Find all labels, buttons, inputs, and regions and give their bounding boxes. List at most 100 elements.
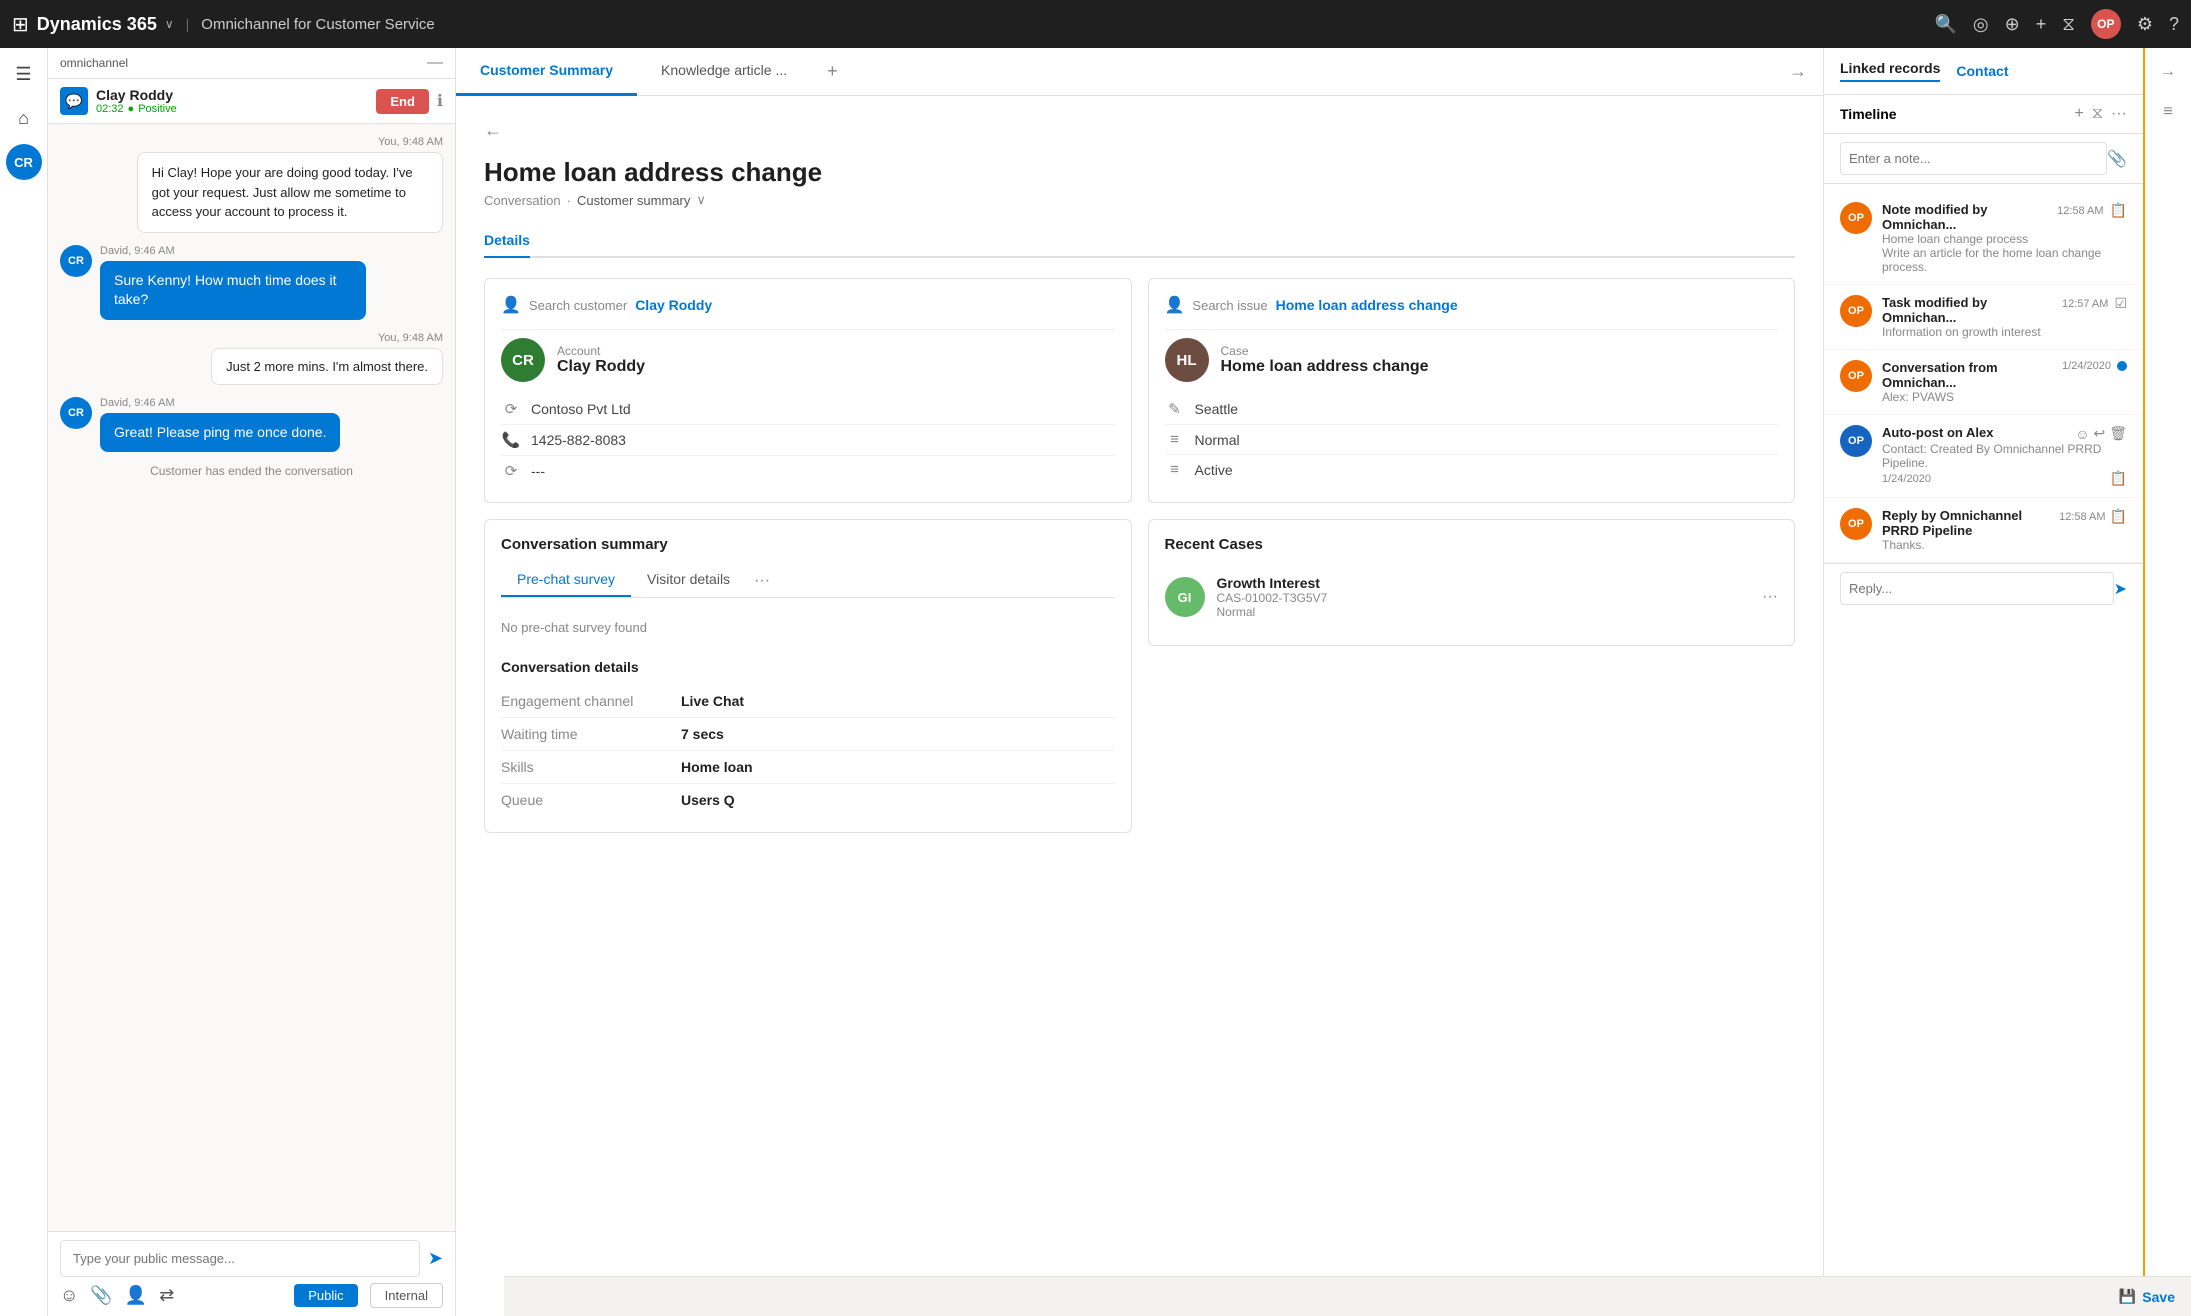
tl-time-2: 12:57 AM (2062, 298, 2108, 310)
linked-records-tab[interactable]: Linked records (1840, 60, 1940, 82)
end-button[interactable]: End (376, 89, 429, 114)
tab-prechat[interactable]: Pre-chat survey (501, 565, 631, 597)
session-badge[interactable]: CR (6, 144, 42, 180)
transfer-icon[interactable]: ⇄ (159, 1285, 174, 1306)
timeline-list: OP Note modified by Omnichan... 12:58 AM… (1824, 184, 2143, 1316)
info-icon[interactable]: ℹ (437, 91, 443, 111)
tab-add-button[interactable]: + (811, 61, 854, 82)
case-card: 👤 Search issue Home loan address change … (1148, 278, 1796, 503)
customer-name: Clay Roddy (557, 358, 645, 376)
msg-label-4: David, 9:46 AM (100, 397, 340, 409)
waiting-label: Waiting time (501, 726, 681, 742)
tab-knowledge-article[interactable]: Knowledge article ... (637, 48, 811, 96)
timeline-item-4: OP Auto-post on Alex ☺ ↩ 🗑 Contact: Crea… (1824, 415, 2143, 498)
tab-visitor[interactable]: Visitor details (631, 565, 746, 597)
tl-icon-5: 📋 (2110, 508, 2127, 525)
search-case-value[interactable]: Home loan address change (1276, 297, 1458, 313)
tl-content-2: Task modified by Omnichan... 12:57 AM ☑ … (1882, 295, 2127, 339)
conversation-summary-card: Conversation summary Pre-chat survey Vis… (484, 519, 1132, 833)
frp-expand-icon[interactable]: → (2152, 56, 2184, 88)
app-chevron[interactable]: ∨ (165, 17, 174, 31)
user-avatar[interactable]: OP (2091, 9, 2121, 39)
tl-subtitle-1: Home loan change process (1882, 232, 2127, 246)
attach-icon[interactable]: 📎 (90, 1285, 112, 1306)
back-button[interactable]: ← (484, 120, 1795, 141)
far-right-panel: → ≡ (2143, 48, 2191, 1316)
message-other-4: CR David, 9:46 AM Great! Please ping me … (60, 397, 340, 453)
recent-cases-section: Recent Cases GI Growth Interest CAS-0100… (1148, 519, 1796, 849)
conv-details-title: Conversation details (501, 659, 1115, 675)
tl-subtitle-4: Contact: Created By Omnichannel PRRD Pip… (1882, 442, 2127, 470)
priority-field: ≡ Normal (1165, 425, 1779, 455)
filter-icon[interactable]: ⧖ (2062, 14, 2075, 35)
profile-icon[interactable]: 👤 (125, 1285, 147, 1306)
timeline-filter-icon[interactable]: ⧖ (2092, 105, 2103, 123)
tl-time-3: 1/24/2020 (2062, 360, 2111, 372)
minimize-button[interactable]: — (427, 54, 443, 72)
customer-person-row: CR Account Clay Roddy (501, 338, 1115, 382)
tl-emoji-icon[interactable]: ☺ (2075, 426, 2089, 442)
conv-detail-queue: Queue Users Q (501, 784, 1115, 816)
msg-bubble-2: Sure Kenny! How much time does it take? (100, 261, 366, 320)
sidebar-menu-icon[interactable]: ☰ (6, 56, 42, 92)
emoji-icon[interactable]: ☺ (60, 1285, 78, 1306)
timeline-more-icon[interactable]: ··· (2111, 105, 2127, 123)
tl-time-1: 12:58 AM (2057, 205, 2103, 217)
skills-value: Home loan (681, 759, 753, 775)
summary-tab-more[interactable]: ··· (746, 572, 778, 590)
breadcrumb-1: Conversation (484, 193, 561, 208)
customer-search-row: 👤 Search customer Clay Roddy (501, 295, 1115, 315)
msg-bubble-1: Hi Clay! Hope your are doing good today.… (137, 152, 443, 233)
chat-header: omnichannel — (48, 48, 455, 79)
left-sidebar: ☰ ⌂ CR (0, 48, 48, 1316)
public-button[interactable]: Public (294, 1284, 357, 1307)
case-item-more[interactable]: ··· (1762, 588, 1778, 606)
apps-grid-icon[interactable]: ⊞ (12, 12, 29, 37)
internal-button[interactable]: Internal (370, 1283, 443, 1308)
no-survey-text: No pre-chat survey found (501, 612, 1115, 651)
recent-cases-title: Recent Cases (1165, 536, 1779, 553)
search-icon[interactable]: 🔍 (1934, 14, 1956, 35)
tab-customer-summary[interactable]: Customer Summary (456, 48, 637, 96)
tl-content-1: Note modified by Omnichan... 12:58 AM 📋 … (1882, 202, 2127, 274)
chat-input[interactable] (60, 1240, 420, 1277)
search-case-label: Search issue (1192, 298, 1267, 313)
save-button[interactable]: 💾 Save (2119, 1288, 2175, 1305)
tl-icon-4: 📋 (2110, 470, 2127, 487)
contact-tab[interactable]: Contact (1956, 63, 2008, 79)
tl-avatar-4: OP (1840, 425, 1872, 457)
message-you-1: You, 9:48 AM Hi Clay! Hope your are doin… (137, 136, 443, 233)
reply-send-icon[interactable]: ➤ (2114, 579, 2127, 599)
tab-details[interactable]: Details (484, 224, 530, 258)
session-time: 02:32 (96, 103, 124, 115)
tl-delete-icon[interactable]: 🗑 (2109, 425, 2127, 442)
note-attachment-icon[interactable]: 📎 (2107, 149, 2127, 169)
company-value: Contoso Pvt Ltd (531, 401, 631, 417)
search-customer-value[interactable]: Clay Roddy (635, 297, 712, 313)
session-status: 02:32 ● Positive (96, 103, 368, 115)
frp-list-icon[interactable]: ≡ (2152, 96, 2184, 128)
extra-icon: ⟳ (501, 462, 521, 480)
tl-title-3: Conversation from Omnichan... (1882, 360, 2062, 390)
sidebar-home-icon[interactable]: ⌂ (6, 100, 42, 136)
question-icon[interactable]: ? (2169, 14, 2179, 35)
phone-field: 📞 1425-882-8083 (501, 425, 1115, 456)
send-icon[interactable]: ➤ (428, 1248, 443, 1269)
page-title: Home loan address change (484, 157, 1795, 188)
tab-expand-icon[interactable]: → (1773, 61, 1823, 82)
status-icon: ≡ (1165, 461, 1185, 478)
tl-reply-icon[interactable]: ↩ (2093, 425, 2105, 442)
customer-avatar: CR (501, 338, 545, 382)
location-field: ✎ Seattle (1165, 394, 1779, 425)
reply-input[interactable] (1840, 572, 2114, 605)
conv-detail-waiting: Waiting time 7 secs (501, 718, 1115, 751)
timeline-add-icon[interactable]: + (2074, 105, 2083, 123)
sentiment-dot: ● (128, 103, 135, 115)
note-input[interactable] (1840, 142, 2107, 175)
add-icon[interactable]: + (2036, 14, 2047, 35)
help-icon[interactable]: ⊕ (2005, 14, 2020, 35)
insights-icon[interactable]: ◎ (1973, 14, 1989, 35)
settings-icon[interactable]: ⚙ (2137, 14, 2153, 35)
tl-subtitle-2: Information on growth interest (1882, 325, 2127, 339)
account-label: Account (557, 344, 645, 358)
